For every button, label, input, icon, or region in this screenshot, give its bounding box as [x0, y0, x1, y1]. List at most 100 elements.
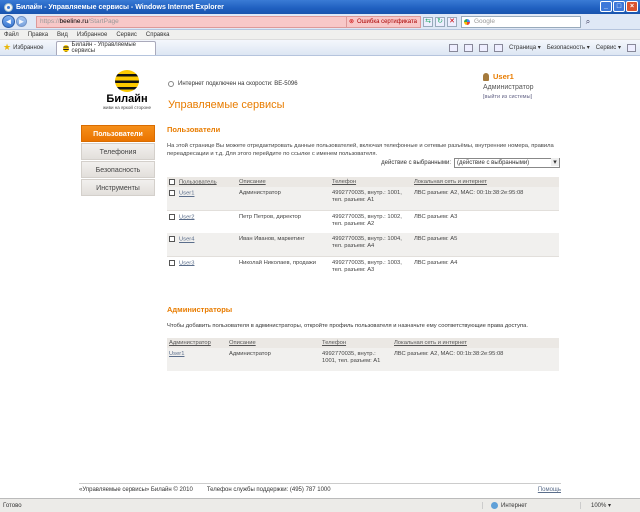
user-panel: User1 Администратор [выйти из системы]	[483, 72, 534, 100]
row-checkbox[interactable]	[169, 190, 175, 196]
bulk-action-select[interactable]: (действие с выбранными)	[454, 158, 560, 168]
sidebar-item-security[interactable]: Безопасность	[81, 161, 155, 178]
url-domain: beeline.ru	[59, 18, 89, 25]
col-lan[interactable]: Локальная сеть и интернет	[392, 338, 559, 348]
beeline-logo[interactable]: Билайн живи на яркой стороне	[96, 70, 158, 110]
cell-phone: 4992770035, внутр.: 1001, тел. разъем: A…	[330, 187, 412, 210]
cell-description: Администратор	[237, 187, 330, 210]
user-icon	[483, 72, 489, 81]
table-row: User1 Администратор 4992770035, внутр.: …	[167, 348, 559, 371]
beeline-stripes-icon	[115, 70, 139, 92]
admins-section-title: Администраторы	[167, 305, 233, 314]
certificate-error-button[interactable]: Ошибка сертификата	[346, 16, 420, 27]
cell-lan: ЛВС разъем: A5	[412, 233, 559, 256]
zoom-control[interactable]: 100% ▾	[580, 502, 640, 509]
maximize-button[interactable]: □	[613, 1, 625, 12]
col-admin[interactable]: Администратор	[167, 338, 227, 348]
logo-brand: Билайн	[106, 93, 148, 105]
mail-icon[interactable]	[478, 43, 488, 52]
web-page: Билайн живи на яркой стороне Интернет по…	[0, 56, 640, 498]
cell-phone: 4992770035, внутр.: 1001, тел. разъем: A…	[320, 348, 392, 371]
forward-button[interactable]: ►	[16, 16, 27, 27]
cell-phone: 4992770035, внутр.: 1002, тел. разъем: A…	[330, 209, 412, 233]
minimize-button[interactable]: _	[600, 1, 612, 12]
row-checkbox[interactable]	[169, 259, 175, 266]
table-header: Администратор Описание Телефон Локальная…	[167, 338, 559, 348]
user-role: Администратор	[483, 84, 534, 91]
footer-support-phone: Телефон службы поддержки: (495) 787 1000	[206, 487, 331, 493]
menu-edit[interactable]: Правка	[28, 32, 48, 38]
zone-label: Интернет	[501, 502, 528, 509]
row-checkbox[interactable]	[169, 213, 175, 220]
home-icon[interactable]	[448, 43, 458, 52]
col-phone[interactable]: Телефон	[330, 177, 412, 187]
bulk-action-row: действие с выбранными: (действие с выбра…	[167, 158, 560, 168]
status-text: Готово	[3, 502, 22, 509]
table-row: User3 Николай Николаев, продажи 49927700…	[167, 255, 559, 279]
sidebar-item-tools[interactable]: Инструменты	[81, 179, 155, 196]
users-section-title: Пользователи	[167, 125, 221, 134]
user-link[interactable]: User3	[179, 260, 194, 266]
menu-tools[interactable]: Сервис	[116, 32, 137, 38]
search-icon[interactable]: ⌕	[583, 17, 593, 27]
sidebar-item-users[interactable]: Пользователи	[81, 125, 155, 142]
sidebar-item-telephony[interactable]: Телефония	[81, 143, 155, 160]
cell-phone: 4992770035, внутр.: 1004, тел. разъем: A…	[330, 233, 412, 256]
browser-tab[interactable]: Билайн - Управляемые сервисы	[55, 40, 156, 55]
print-icon[interactable]	[493, 43, 503, 52]
help-icon[interactable]	[627, 43, 636, 52]
user-link[interactable]: User2	[179, 214, 194, 220]
favorites-bar: ★ Избранное Билайн - Управляемые сервисы…	[0, 40, 640, 56]
search-input[interactable]: Google	[461, 15, 581, 28]
favorites-button[interactable]: ★ Избранное	[0, 42, 44, 53]
menu-help[interactable]: Справка	[146, 32, 170, 38]
security-zone[interactable]: Интернет	[482, 502, 580, 509]
col-description[interactable]: Описание	[237, 177, 330, 187]
menu-file[interactable]: Файл	[4, 32, 19, 38]
col-phone[interactable]: Телефон	[320, 338, 392, 348]
safety-menu[interactable]: Безопасность ▾	[547, 44, 590, 51]
col-lan[interactable]: Локальная сеть и интернет	[412, 177, 559, 187]
compat-view-icon[interactable]: ⇆	[423, 16, 433, 27]
user-link[interactable]: User1	[179, 191, 194, 197]
star-icon: ★	[3, 42, 12, 52]
back-button[interactable]: ◄	[2, 15, 15, 28]
cell-lan: ЛВС разъем: A2, MAC: 00:1b:38:2e:95:08	[412, 187, 559, 210]
speed-text: Интернет подключен на скорости: ВЕ-5096	[178, 81, 298, 87]
row-checkbox[interactable]	[169, 236, 175, 242]
page-menu[interactable]: Страница ▾	[509, 44, 541, 51]
cell-description: Иван Иванов, маркетинг	[237, 233, 330, 256]
cell-description: Николай Николаев, продажи	[237, 255, 330, 279]
cell-lan: ЛВС разъем: A4	[412, 255, 559, 279]
refresh-icon[interactable]: ↻	[435, 16, 445, 27]
bulk-action-label: действие с выбранными:	[381, 160, 451, 166]
close-button[interactable]: ×	[626, 1, 638, 12]
admins-description: Чтобы добавить пользователя в администра…	[167, 323, 528, 329]
menu-favorites[interactable]: Избранное	[77, 32, 107, 38]
logout-link[interactable]: [выйти из системы]	[483, 94, 534, 100]
menu-bar: Файл Правка Вид Избранное Сервис Справка	[0, 30, 640, 40]
menu-view[interactable]: Вид	[57, 32, 68, 38]
cell-description: Администратор	[227, 348, 320, 371]
select-all-checkbox[interactable]	[169, 178, 175, 185]
connection-icon	[168, 81, 174, 87]
admin-link[interactable]: User1	[169, 351, 184, 357]
stop-icon[interactable]: ✕	[447, 16, 457, 27]
feeds-icon[interactable]	[463, 43, 473, 52]
help-link[interactable]: Помощь	[538, 487, 561, 493]
col-description[interactable]: Описание	[227, 338, 320, 348]
users-description: На этой странице Вы можете отредактирова…	[167, 143, 554, 157]
col-user[interactable]: Пользователь	[179, 179, 217, 185]
address-bar: ◄ ► https:// beeline.ru /StartPage Ошибк…	[0, 14, 640, 30]
user-link[interactable]: User4	[179, 237, 194, 243]
users-table: Пользователь Описание Телефон Локальная …	[167, 177, 559, 279]
cell-lan: ЛВС разъем: A3	[412, 209, 559, 233]
ie-logo-icon	[4, 2, 13, 12]
globe-icon	[491, 502, 498, 509]
main-content: Пользователи На этой странице Вы можете …	[167, 125, 560, 371]
sidebar: Пользователи Телефония Безопасность Инст…	[81, 125, 155, 197]
window-title-bar: Билайн - Управляемые сервисы - Windows I…	[0, 0, 640, 14]
url-field[interactable]: https:// beeline.ru /StartPage Ошибка се…	[36, 15, 421, 28]
tools-menu[interactable]: Сервис ▾	[596, 44, 621, 51]
cell-lan: ЛВС разъем: A2, MAC: 00:1b:38:2e:95:08	[392, 348, 559, 371]
